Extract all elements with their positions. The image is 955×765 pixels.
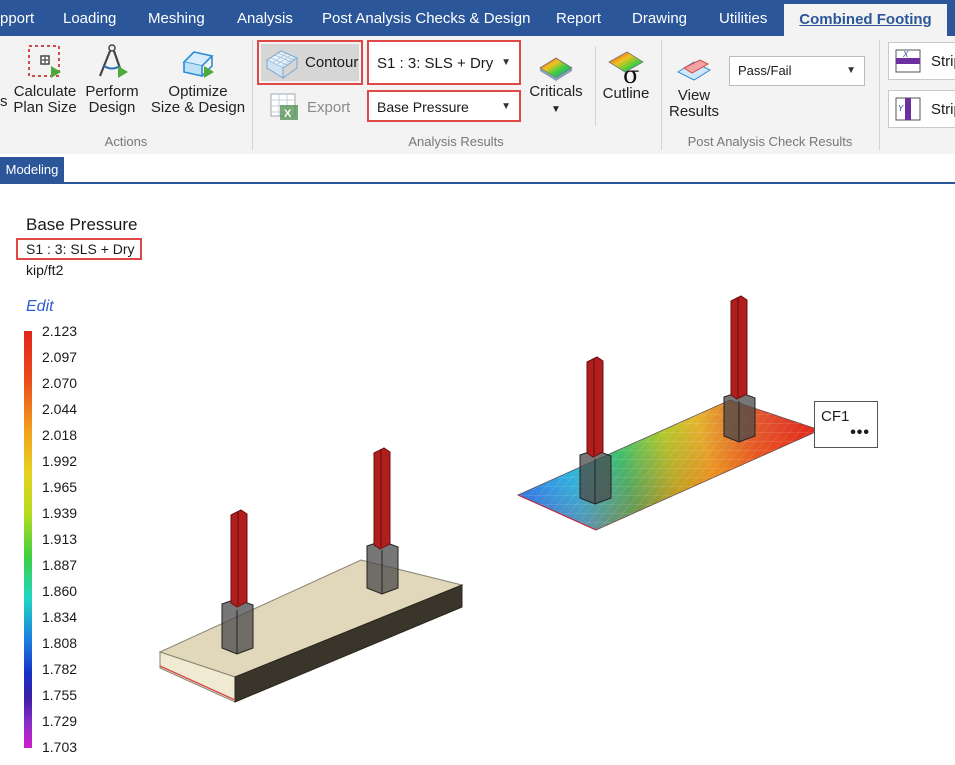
more-options-icon[interactable]: ••• (850, 424, 870, 442)
chevron-down-icon: ▼ (846, 65, 856, 76)
menu-utilities[interactable]: Utilities (719, 0, 767, 36)
load-case-value: S1 : 3: SLS + Dry (377, 55, 494, 72)
contour-grid-icon (265, 50, 299, 79)
cutline-icon: σ (608, 51, 644, 84)
menu-combined-footing[interactable]: Combined Footing (784, 4, 947, 36)
perform-design-button[interactable]: Perform Design (84, 42, 140, 116)
post-analysis-group-label: Post Analysis Check Results (687, 134, 853, 149)
pass-fail-dropdown[interactable]: Pass/Fail ▼ (729, 56, 865, 86)
menu-post-analysis[interactable]: Post Analysis Checks & Design (322, 0, 530, 36)
view-label-2: Results (668, 103, 720, 120)
ribbon: s Calculate Plan Size Perform Design Opt… (0, 36, 955, 155)
calculate-plan-size-icon (28, 45, 61, 78)
export-button[interactable]: X Export (268, 91, 358, 123)
tab-modeling[interactable]: Modeling (0, 157, 64, 182)
pass-fail-value: Pass/Fail (738, 63, 792, 78)
compass-icon (98, 44, 128, 78)
perform-label-2: Design (88, 99, 136, 116)
criticals-label: Criticals (529, 83, 583, 100)
footing-solid-model[interactable] (158, 447, 464, 703)
cutline-button[interactable]: σ Cutline (598, 48, 654, 102)
svg-text:X: X (902, 50, 909, 59)
result-type-dropdown[interactable]: Base Pressure ▼ (367, 90, 521, 122)
criticals-button[interactable]: Criticals ▼ (528, 54, 584, 118)
menu-support[interactable]: pport (0, 0, 34, 36)
svg-text:Y: Y (898, 104, 904, 113)
actions-group-label: Actions (104, 134, 148, 149)
optimize-icon (182, 51, 214, 78)
strip-x-button[interactable]: X Strip (888, 42, 955, 80)
strip-y-button[interactable]: Y Strip (888, 90, 955, 128)
optimize-label-1: Optimize (168, 83, 228, 100)
cutline-label: Cutline (602, 85, 650, 102)
strip-x-icon: X (895, 49, 921, 73)
model-viewport[interactable] (0, 182, 955, 765)
view-results-icon (676, 59, 712, 81)
calculate-label-1: Calculate (13, 83, 77, 100)
menu-bar: pport Loading Meshing Analysis Post Anal… (0, 0, 955, 36)
menu-meshing[interactable]: Meshing (148, 0, 205, 36)
chevron-down-icon: ▼ (501, 101, 511, 112)
separator (595, 46, 596, 126)
menu-analysis[interactable]: Analysis (237, 0, 293, 36)
menu-report[interactable]: Report (556, 0, 601, 36)
analysis-results-group-label: Analysis Results (408, 134, 504, 149)
chevron-down-icon: ▼ (501, 57, 511, 68)
perform-label-1: Perform (85, 83, 139, 100)
calculate-label-2: Plan Size (13, 99, 77, 116)
strip-y-icon: Y (895, 97, 921, 121)
result-type-value: Base Pressure (377, 99, 469, 115)
partial-button-label: s (0, 93, 8, 110)
svg-text:X: X (284, 108, 292, 120)
footing-contour-model[interactable] (517, 295, 822, 531)
strip-x-label: Strip (931, 53, 955, 70)
optimize-label-2: Size & Design (150, 99, 246, 116)
document-tab-strip: Modeling (0, 154, 955, 184)
criticals-icon (539, 57, 573, 81)
separator (879, 40, 880, 150)
load-case-dropdown[interactable]: S1 : 3: SLS + Dry ▼ (367, 40, 521, 85)
view-results-button[interactable]: View Results (666, 56, 722, 120)
calculate-plan-size-button[interactable]: Calculate Plan Size (10, 42, 80, 116)
excel-export-icon: X (270, 93, 298, 120)
strip-y-label: Strip (931, 101, 955, 118)
optimize-size-design-button[interactable]: Optimize Size & Design (150, 42, 246, 116)
menu-loading[interactable]: Loading (63, 0, 116, 36)
view-label-1: View (677, 87, 711, 104)
export-label: Export (307, 99, 351, 116)
svg-text:σ: σ (623, 61, 639, 84)
criticals-chevron-down-icon: ▼ (551, 104, 561, 115)
footing-label: CF1 (821, 408, 850, 425)
contour-button[interactable]: Contour (257, 40, 363, 85)
menu-drawing[interactable]: Drawing (632, 0, 687, 36)
contour-label: Contour (305, 54, 359, 71)
footing-label-box[interactable]: CF1 ••• (814, 401, 878, 448)
